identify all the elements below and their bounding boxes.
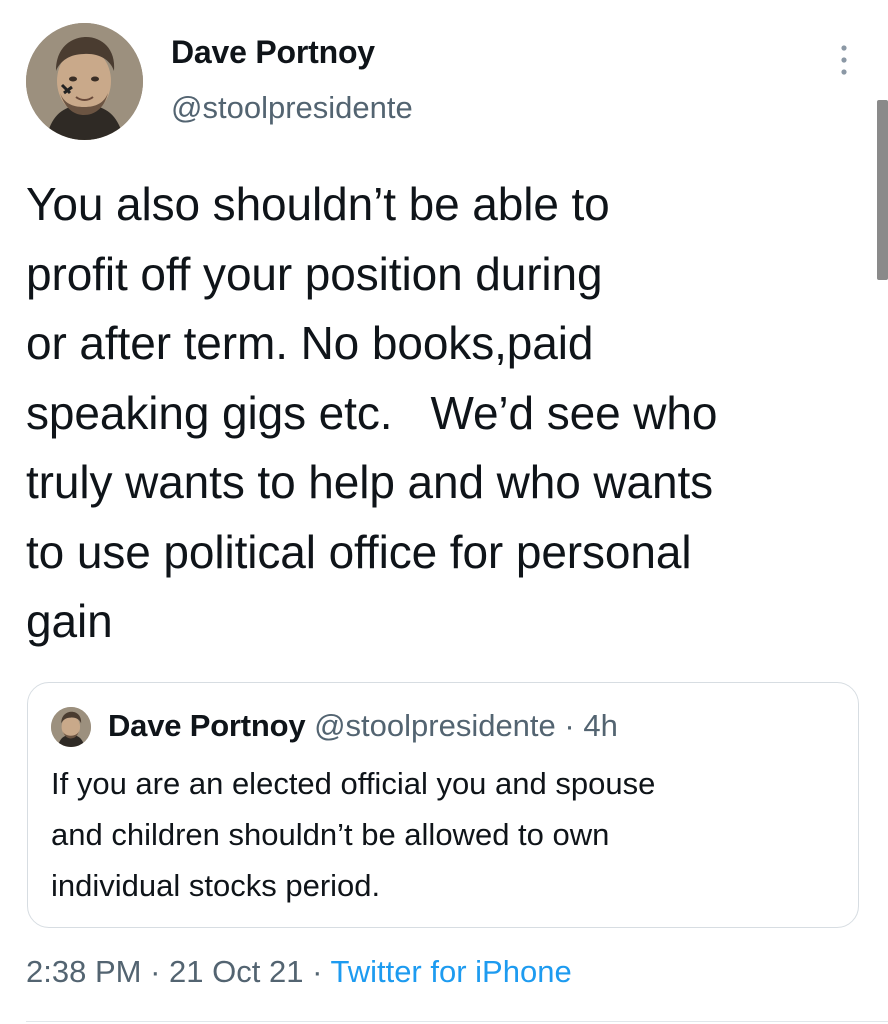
- author-handle[interactable]: @stoolpresidente: [171, 90, 413, 126]
- more-vertical-icon[interactable]: [834, 40, 854, 80]
- divider: [26, 1021, 888, 1022]
- quoted-author-handle: @stoolpresidente: [314, 708, 556, 743]
- scrollbar[interactable]: [877, 100, 888, 280]
- meta-separator: ·: [150, 954, 161, 989]
- quoted-tweet-text: If you are an elected official you and s…: [51, 766, 656, 903]
- tweet-time[interactable]: 2:38 PM: [26, 954, 141, 989]
- author-name[interactable]: Dave Portnoy: [171, 34, 375, 71]
- quoted-tweet-age: 4h: [583, 708, 618, 743]
- tweet-date[interactable]: 21 Oct 21: [169, 954, 303, 989]
- quoted-tweet-header: Dave Portnoy @stoolpresidente · 4h: [108, 706, 618, 746]
- quoted-separator: ·: [564, 708, 575, 743]
- quoted-tweet-card[interactable]: Dave Portnoy @stoolpresidente · 4h If yo…: [27, 682, 859, 928]
- tweet-detail-page: Dave Portnoy @stoolpresidente You also s…: [0, 0, 888, 1024]
- tweet-source-link[interactable]: Twitter for iPhone: [330, 954, 571, 989]
- author-avatar[interactable]: [26, 23, 143, 140]
- meta-separator: ·: [312, 954, 323, 989]
- tweet-text: You also shouldn’t be able to profit off…: [26, 178, 718, 647]
- tweet-meta: 2:38 PM · 21 Oct 21 · Twitter for iPhone: [26, 952, 572, 992]
- quoted-author-avatar: [51, 707, 91, 747]
- quoted-author-name: Dave Portnoy: [108, 708, 306, 743]
